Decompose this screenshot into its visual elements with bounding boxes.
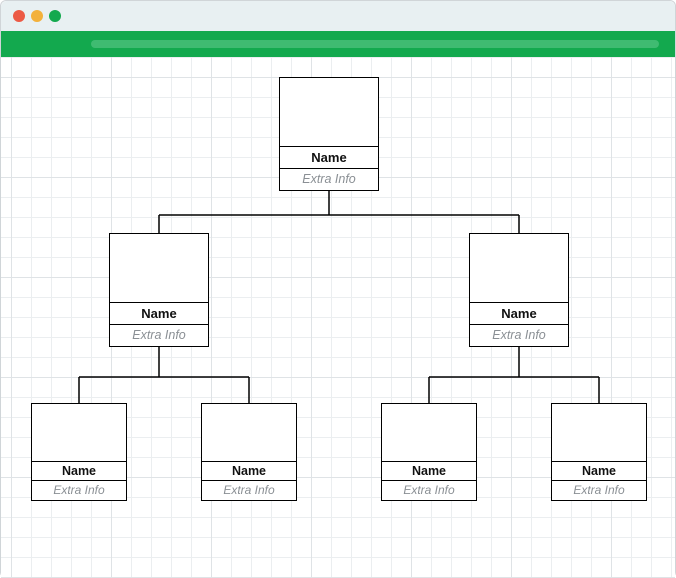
org-node-leaf-2[interactable]: Name Extra Info [201,403,297,501]
node-name: Name [202,461,296,480]
node-name: Name [552,461,646,480]
node-image-placeholder [202,404,296,461]
org-node-root[interactable]: Name Extra Info [279,77,379,191]
node-extra: Extra Info [32,480,126,500]
node-image-placeholder [32,404,126,461]
node-name: Name [470,302,568,324]
node-name: Name [110,302,208,324]
node-image-placeholder [552,404,646,461]
node-image-placeholder [382,404,476,461]
toolbar-placeholder [91,40,659,48]
close-window-button[interactable] [13,10,25,22]
org-node-leaf-1[interactable]: Name Extra Info [31,403,127,501]
window-titlebar [1,1,675,31]
node-extra: Extra Info [470,324,568,346]
node-extra: Extra Info [552,480,646,500]
minimize-window-button[interactable] [31,10,43,22]
node-extra: Extra Info [280,168,378,190]
node-name: Name [280,146,378,168]
node-extra: Extra Info [110,324,208,346]
org-node-leaf-3[interactable]: Name Extra Info [381,403,477,501]
node-image-placeholder [280,78,378,146]
diagram-canvas[interactable]: Name Extra Info Name Extra Info Name Ext… [1,57,675,578]
org-node-mid-left[interactable]: Name Extra Info [109,233,209,347]
zoom-window-button[interactable] [49,10,61,22]
org-node-mid-right[interactable]: Name Extra Info [469,233,569,347]
node-name: Name [32,461,126,480]
node-name: Name [382,461,476,480]
org-node-leaf-4[interactable]: Name Extra Info [551,403,647,501]
app-toolbar [1,31,675,57]
node-extra: Extra Info [382,480,476,500]
node-image-placeholder [110,234,208,302]
node-extra: Extra Info [202,480,296,500]
node-image-placeholder [470,234,568,302]
